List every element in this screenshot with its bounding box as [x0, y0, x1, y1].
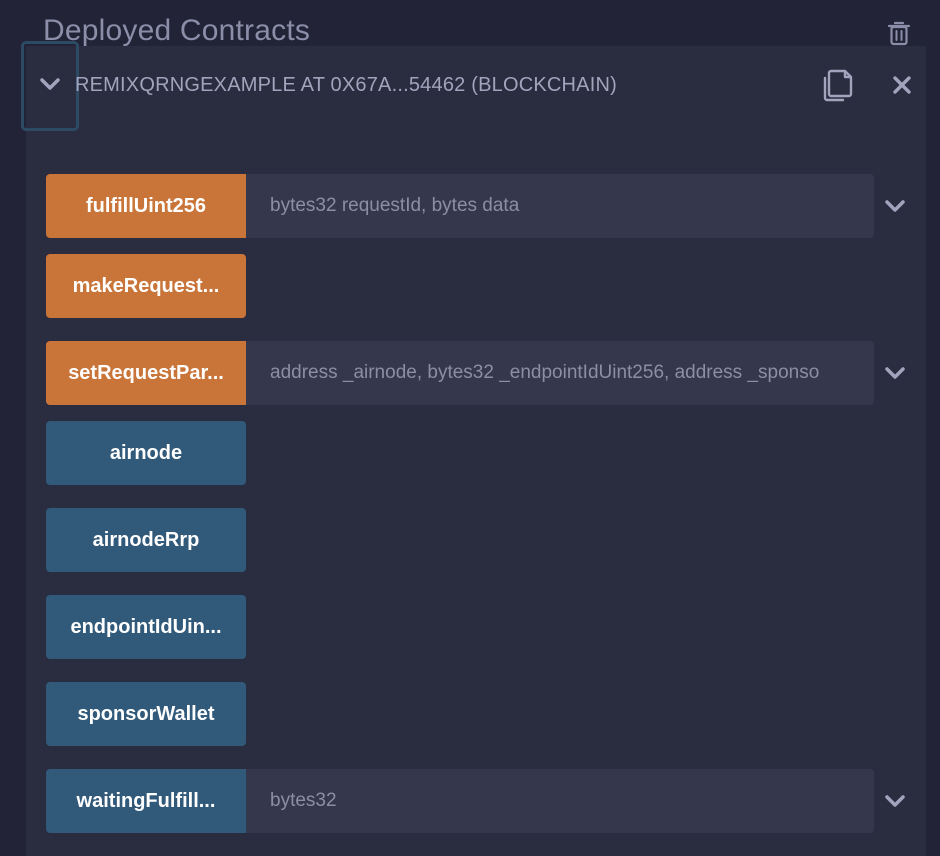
close-icon[interactable]: [891, 74, 913, 96]
chevron-down-icon[interactable]: [38, 74, 62, 94]
sponsorwallet-button[interactable]: sponsorWallet: [46, 682, 246, 746]
waitingfulfillment-button[interactable]: waitingFulfill...: [46, 769, 246, 833]
makerequest-button[interactable]: makeRequest...: [46, 254, 246, 318]
endpointiduint256-button[interactable]: endpointIdUin...: [46, 595, 246, 659]
setrequestparameters-args-input[interactable]: [246, 341, 874, 405]
contract-instance-title[interactable]: REMIXQRNGEXAMPLE AT 0X67A...54462 (BLOCK…: [75, 74, 617, 97]
fulfilluint256-args-input[interactable]: [246, 174, 874, 238]
setrequestparameters-button[interactable]: setRequestPar...: [46, 341, 246, 405]
fulfilluint256-button[interactable]: fulfillUint256: [46, 174, 246, 238]
chevron-down-icon[interactable]: [882, 789, 908, 813]
waitingfulfillment-args-input[interactable]: [246, 769, 874, 833]
copy-icon[interactable]: [822, 68, 854, 102]
airnode-button[interactable]: airnode: [46, 421, 246, 485]
chevron-down-icon[interactable]: [882, 194, 908, 218]
section-title: Deployed Contracts: [43, 14, 311, 47]
airnoderrp-button[interactable]: airnodeRrp: [46, 508, 246, 572]
trash-icon[interactable]: [887, 20, 911, 46]
chevron-down-icon[interactable]: [882, 361, 908, 385]
